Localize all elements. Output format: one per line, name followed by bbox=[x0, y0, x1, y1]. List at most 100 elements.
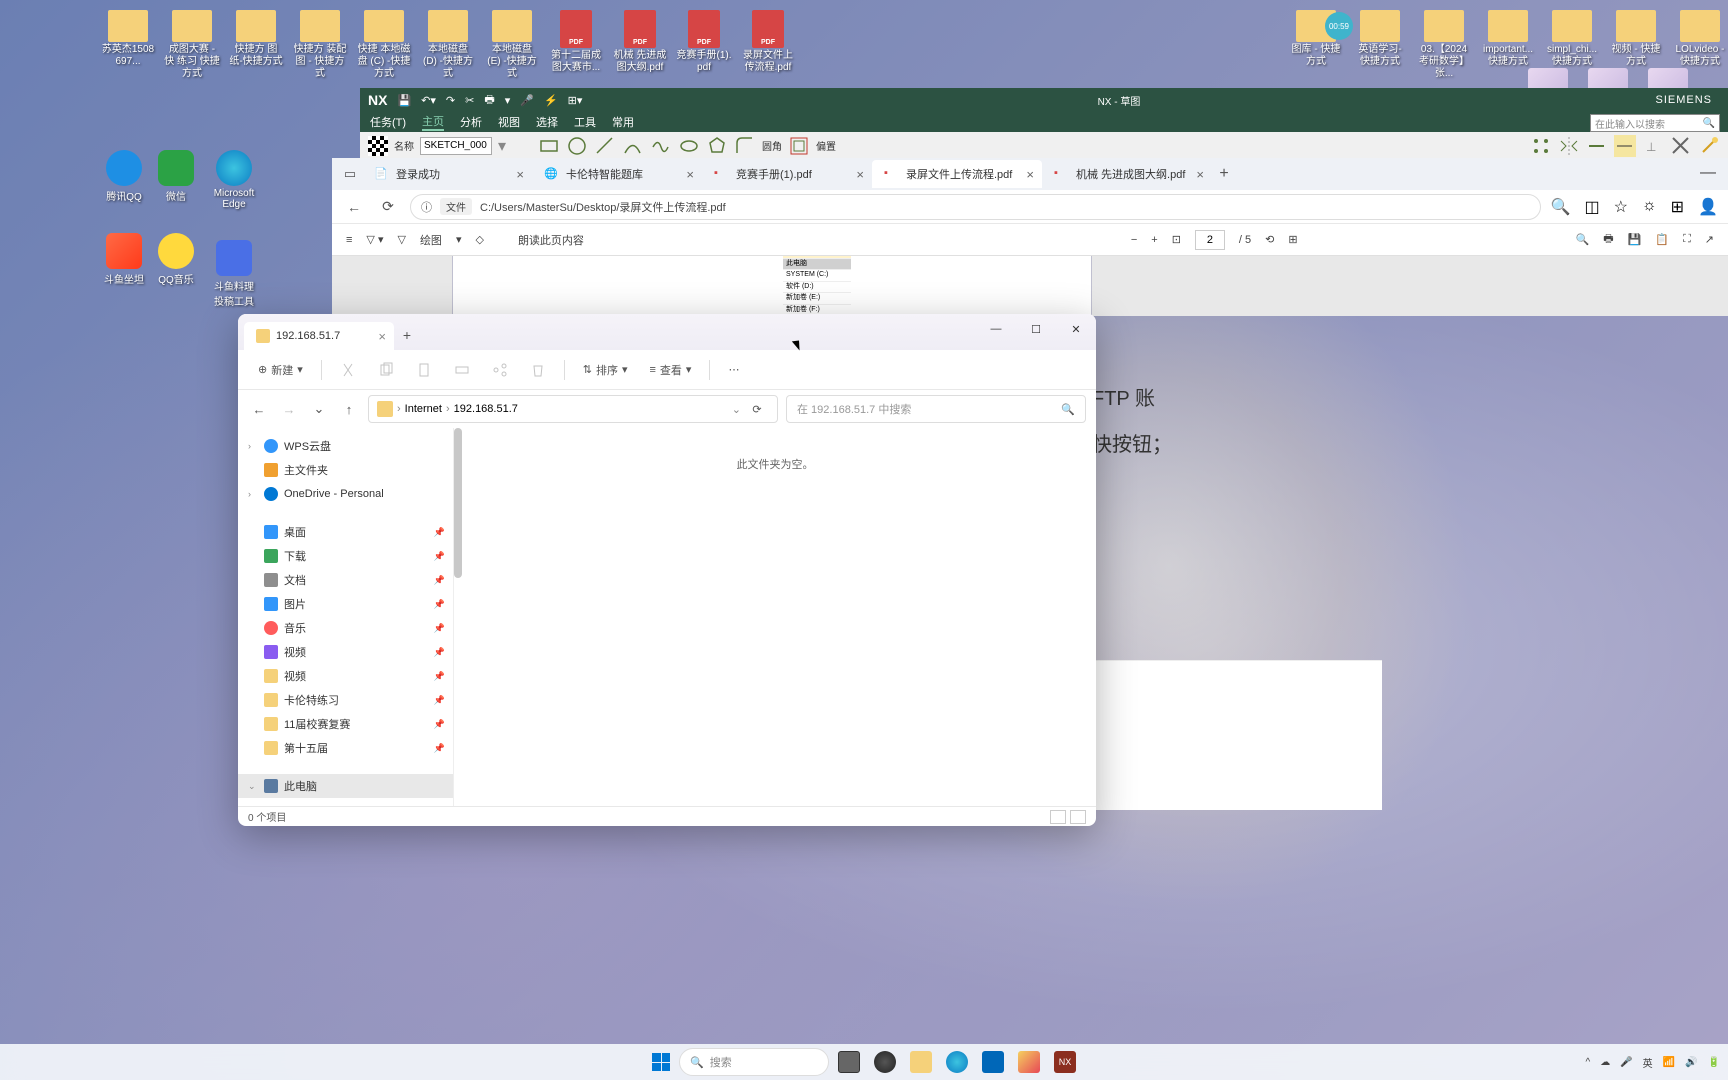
search-input[interactable]: 在 192.168.51.7 中搜索 🔍 bbox=[786, 395, 1086, 423]
cut-icon[interactable]: ✂ bbox=[465, 94, 474, 107]
print-icon[interactable]: 🖶 bbox=[484, 91, 494, 110]
clock-widget[interactable]: 00:59 bbox=[1325, 12, 1353, 40]
offset-tool-icon[interactable] bbox=[788, 135, 810, 157]
close-icon[interactable]: × bbox=[856, 167, 864, 182]
desktop-icon[interactable]: 快捷 本地磁盘 (C) -快捷方式 bbox=[356, 10, 412, 80]
tray-cloud-icon[interactable]: ☁ bbox=[1600, 1057, 1610, 1068]
start-button[interactable] bbox=[647, 1048, 675, 1076]
sidebar-item-wps[interactable]: ›WPS云盘 bbox=[238, 434, 453, 458]
sidebar-item-videos[interactable]: 视频📌 bbox=[238, 640, 453, 664]
window-icon[interactable]: ⊞▾ bbox=[568, 94, 583, 107]
split-icon[interactable]: ◫ bbox=[1585, 197, 1600, 217]
rotate-icon[interactable]: ⟲ bbox=[1265, 233, 1274, 246]
favorite-icon[interactable]: ☆ bbox=[1614, 197, 1628, 217]
sidebar-item-onedrive[interactable]: ›OneDrive - Personal bbox=[238, 482, 453, 506]
ellipse-tool-icon[interactable] bbox=[678, 135, 700, 157]
delete-button[interactable] bbox=[522, 358, 554, 382]
back-button[interactable]: ← bbox=[248, 398, 270, 420]
new-tab-button[interactable]: + bbox=[394, 327, 420, 343]
explorer-content[interactable]: 此文件夹为空。 bbox=[454, 428, 1096, 806]
sidebar-item-documents[interactable]: 文档📌 bbox=[238, 568, 453, 592]
nx-menu-common[interactable]: 常用 bbox=[612, 114, 634, 130]
back-button[interactable]: ← bbox=[342, 195, 366, 219]
refresh-button[interactable]: ⟳ bbox=[376, 195, 400, 219]
dim-tool-icon[interactable] bbox=[1614, 135, 1636, 157]
constraint-tool-icon[interactable]: ⊥ bbox=[1642, 135, 1664, 157]
tray-battery-icon[interactable]: 🔋 bbox=[1708, 1057, 1720, 1068]
redo-icon[interactable]: ↷ bbox=[446, 94, 455, 107]
details-view-icon[interactable] bbox=[1050, 810, 1066, 824]
checker-icon[interactable] bbox=[368, 136, 388, 156]
nx-menu-task[interactable]: 任务(T) bbox=[370, 114, 406, 130]
explorer-tab[interactable]: 192.168.51.7 × bbox=[244, 322, 394, 350]
edge-tab[interactable]: ▪机械 先进成图大纲.pdf× bbox=[1042, 160, 1212, 188]
polygon-tool-icon[interactable] bbox=[706, 135, 728, 157]
up-button[interactable]: ↑ bbox=[338, 398, 360, 420]
close-icon[interactable]: × bbox=[1026, 167, 1034, 182]
tray-network-icon[interactable]: 📶 bbox=[1663, 1057, 1675, 1068]
profile-icon[interactable]: 👤 bbox=[1698, 197, 1718, 217]
taskbar-app-edge[interactable] bbox=[941, 1046, 973, 1078]
fit-icon[interactable]: ⊡ bbox=[1172, 233, 1181, 246]
ime-indicator[interactable]: 英 bbox=[1643, 1055, 1653, 1070]
chevron-down-icon[interactable]: ⌄ bbox=[732, 403, 741, 416]
circle-tool-icon[interactable] bbox=[566, 135, 588, 157]
nx-menu-tools[interactable]: 工具 bbox=[574, 114, 596, 130]
saveas-icon[interactable]: 📋 bbox=[1655, 233, 1669, 246]
app-wechat[interactable]: 微信 bbox=[152, 150, 200, 203]
pattern-tool-icon[interactable] bbox=[1530, 135, 1552, 157]
sidebar-item-music[interactable]: 音乐📌 bbox=[238, 616, 453, 640]
edge-tab-active[interactable]: ▪录屏文件上传流程.pdf× bbox=[872, 160, 1042, 188]
mirror-tool-icon[interactable] bbox=[1558, 135, 1580, 157]
desktop-icon[interactable]: 成图大赛 - 快 练习 快捷方式 bbox=[164, 10, 220, 80]
dropper-icon[interactable]: ⚡ bbox=[544, 94, 558, 107]
forward-button[interactable]: → bbox=[278, 398, 300, 420]
erase-icon[interactable]: ◇ bbox=[475, 233, 483, 246]
desktop-icon[interactable]: 快捷方 装配图 - 快捷方式 bbox=[292, 10, 348, 80]
extension-icon[interactable]: ☼ bbox=[1642, 197, 1657, 217]
sidebar-item-thispc[interactable]: ⌄此电脑 bbox=[238, 774, 453, 798]
layout-icon[interactable]: ⊞ bbox=[1288, 233, 1297, 246]
close-icon[interactable]: × bbox=[516, 167, 524, 182]
mic-icon[interactable]: 🎤 bbox=[520, 94, 534, 107]
desktop-icon[interactable]: 第十二届成图大赛市... bbox=[548, 10, 604, 80]
icons-view-icon[interactable] bbox=[1070, 810, 1086, 824]
sort-button[interactable]: ⇅ 排序 ▾ bbox=[575, 358, 636, 382]
scrollbar[interactable] bbox=[454, 428, 462, 578]
fullscreen-icon[interactable]: ⛶ bbox=[1683, 233, 1691, 246]
close-icon[interactable]: × bbox=[686, 167, 694, 182]
desktop-icon[interactable]: 英语学习- 快捷方式 bbox=[1352, 10, 1408, 80]
share-button[interactable] bbox=[484, 358, 516, 382]
nx-menu-analysis[interactable]: 分析 bbox=[460, 114, 482, 130]
refresh-button[interactable]: ⟳ bbox=[745, 403, 769, 416]
desktop-icon[interactable]: 本地磁盘 (D) -快捷方式 bbox=[420, 10, 476, 80]
taskbar-search[interactable]: 🔍 搜索 bbox=[679, 1048, 829, 1076]
desktop-icon[interactable]: 苏英杰1508697... bbox=[100, 10, 156, 80]
edge-tab[interactable]: 🌐卡伦特智能题库× bbox=[532, 160, 702, 188]
desktop-icon[interactable]: 03.【2024考研数学】张... bbox=[1416, 10, 1472, 80]
desktop-icon[interactable]: 快捷方 图纸-快捷方式 bbox=[228, 10, 284, 80]
more-button[interactable]: ⋯ bbox=[720, 359, 747, 380]
zoom-out-icon[interactable]: − bbox=[1131, 234, 1137, 246]
app-douyu[interactable]: 斗鱼坐坦 bbox=[100, 233, 148, 286]
tab-actions-icon[interactable]: ▭ bbox=[338, 162, 362, 186]
breadcrumb[interactable]: › Internet › 192.168.51.7 ⌄ ⟳ bbox=[368, 395, 778, 423]
magic-tool-icon[interactable] bbox=[1698, 135, 1720, 157]
sidebar-item-home[interactable]: 主文件夹 bbox=[238, 458, 453, 482]
taskbar-app-taskview[interactable] bbox=[833, 1046, 865, 1078]
sidebar-item-folder[interactable]: 第十五届📌 bbox=[238, 736, 453, 760]
sidebar-item-desktop[interactable]: 桌面📌 bbox=[238, 520, 453, 544]
tray-chevron-icon[interactable]: ^ bbox=[1585, 1057, 1590, 1068]
close-icon[interactable]: × bbox=[378, 329, 386, 344]
page-input[interactable] bbox=[1195, 230, 1225, 250]
arc-tool-icon[interactable] bbox=[622, 135, 644, 157]
desktop-icon[interactable]: 录屏文件上传流程.pdf bbox=[740, 10, 796, 80]
trim-tool-icon[interactable] bbox=[1586, 135, 1608, 157]
explorer-tabs[interactable]: 192.168.51.7 × + — ☐ ✕ bbox=[238, 314, 1096, 350]
paste-button[interactable] bbox=[408, 358, 440, 382]
tray-volume-icon[interactable]: 🔊 bbox=[1685, 1057, 1697, 1068]
edge-tab[interactable]: 📄登录成功× bbox=[362, 160, 532, 188]
desktop-icon[interactable]: 本地磁盘 (E) -快捷方式 bbox=[484, 10, 540, 80]
view-button[interactable]: ≡ 查看 ▾ bbox=[642, 358, 700, 382]
info-icon[interactable]: ⓘ bbox=[421, 199, 432, 215]
